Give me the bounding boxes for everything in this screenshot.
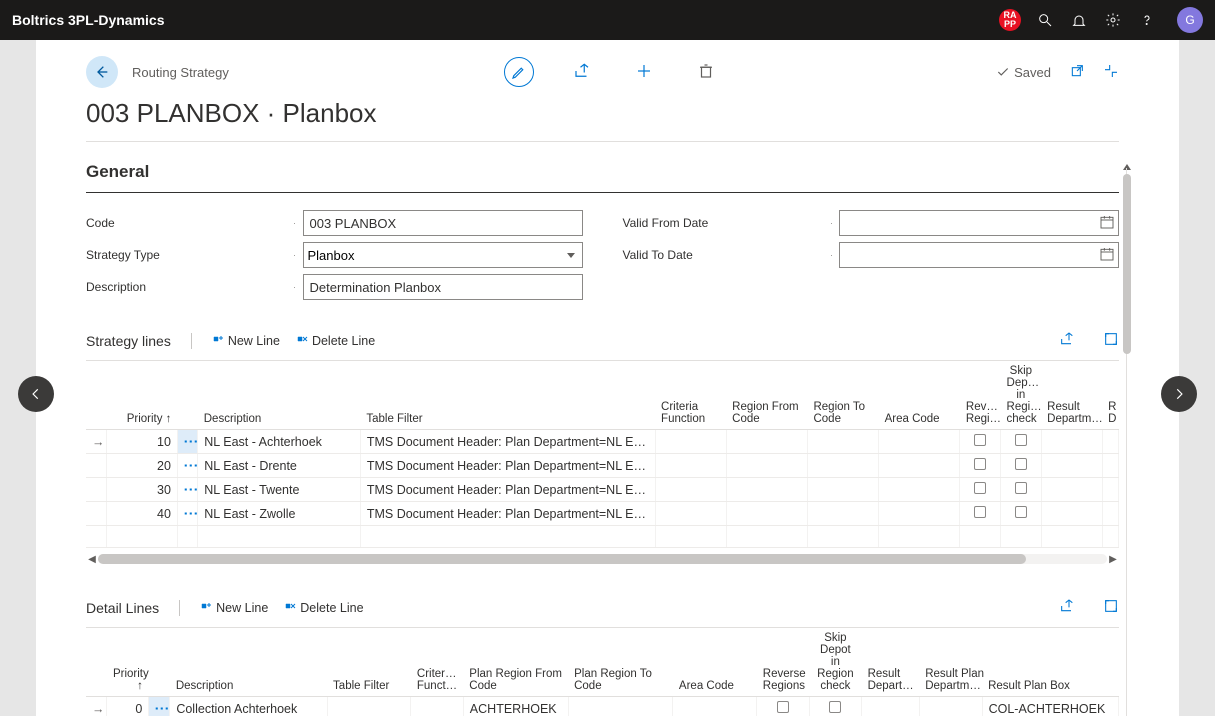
dcol-result-plan-box[interactable]: Result Plan Box [982,628,1118,697]
calendar-icon[interactable] [1099,246,1115,265]
checkbox[interactable] [777,701,789,713]
dcol-reverse[interactable]: Reverse Regions [757,628,809,697]
table-row[interactable]: 20⋮NL East - DrenteTMS Document Header: … [86,454,1119,478]
dcol-area-code[interactable]: Area Code [673,628,757,697]
dcol-plan-region-from[interactable]: Plan Region From Code [463,628,568,697]
checkbox[interactable] [974,434,986,446]
dcol-result-dep[interactable]: Result Depart… [862,628,920,697]
dcol-priority[interactable]: Priority ↑ [107,628,149,697]
row-more-icon[interactable]: ⋮ [182,507,197,521]
collapse-icon[interactable] [1103,63,1119,82]
table-row[interactable]: 40⋮NL East - ZwolleTMS Document Header: … [86,502,1119,526]
valid-from-field[interactable] [839,210,1119,236]
dcol-criter[interactable]: Criter… Funct… [411,628,463,697]
table-row[interactable]: →10⋮NL East - AchterhoekTMS Document Hea… [86,430,1119,454]
checkbox[interactable] [1015,458,1027,470]
col-rev-regi[interactable]: Rev… Regi… [960,361,1001,430]
page-title: 003 PLANBOX · Planbox [86,98,1119,129]
strategy-type-select[interactable]: Planbox [303,242,583,268]
top-bar: Boltrics 3PL-Dynamics RA PP G [0,0,1215,40]
dcol-description[interactable]: Description [170,628,327,697]
page-card: Routing Strategy Saved 003 PLANBOX · Pla… [36,40,1179,716]
label-strategy-type: Strategy Type [86,248,286,262]
popout-icon[interactable] [1069,63,1085,82]
new-icon[interactable] [630,57,658,85]
row-more-icon[interactable]: ⋮ [182,459,197,473]
avatar[interactable]: G [1177,7,1203,33]
back-button[interactable] [86,56,118,88]
share-lines-icon[interactable] [1059,331,1075,350]
col-area-code[interactable]: Area Code [879,361,960,430]
table-row[interactable] [86,526,1119,548]
dcol-skip-depot[interactable]: Skip Depot in Region check [809,628,861,697]
label-code: Code [86,216,286,230]
breadcrumb[interactable]: Routing Strategy [132,65,229,80]
label-description: Description [86,280,286,294]
app-brand: Boltrics 3PL-Dynamics [12,12,999,28]
checkbox[interactable] [974,458,986,470]
row-more-icon[interactable]: ⋮ [182,483,197,497]
col-description[interactable]: Description [198,361,361,430]
col-region-to[interactable]: Region To Code [807,361,878,430]
col-priority[interactable]: Priority ↑ [127,413,172,425]
label-valid-from: Valid From Date [623,216,823,230]
rapp-badge[interactable]: RA PP [999,9,1021,31]
table-row[interactable]: 30⋮NL East - TwenteTMS Document Header: … [86,478,1119,502]
delete-icon[interactable] [692,57,720,85]
vertical-scrollbar[interactable] [1123,168,1131,716]
dcol-result-plan-dep[interactable]: Result Plan Departm… [919,628,982,697]
detail-lines-title: Detail Lines [86,600,159,616]
col-table-filter[interactable]: Table Filter [360,361,655,430]
checkbox[interactable] [974,506,986,518]
col-r[interactable]: R D [1102,361,1118,430]
table-row[interactable]: →0⋮Collection AchterhoekACHTERHOEKCOL-AC… [86,697,1119,716]
share-icon[interactable] [568,57,596,85]
code-field[interactable] [303,210,583,236]
new-line-button[interactable]: New Line [212,334,280,348]
nav-next-button[interactable] [1161,376,1197,412]
bell-icon[interactable] [1069,10,1089,30]
dcol-plan-region-to[interactable]: Plan Region To Code [568,628,673,697]
col-criteria-function[interactable]: Criteria Function [655,361,726,430]
delete-line-button[interactable]: Delete Line [296,334,375,348]
row-more-icon[interactable]: ⋮ [154,702,170,716]
expand-lines-icon[interactable] [1103,331,1119,350]
checkbox[interactable] [829,701,841,713]
label-valid-to: Valid To Date [623,248,823,262]
row-more-icon[interactable]: ⋮ [182,435,197,449]
nav-previous-button[interactable] [18,376,54,412]
checkbox[interactable] [1015,482,1027,494]
dcol-table-filter[interactable]: Table Filter [327,628,411,697]
col-result-dep[interactable]: Result Departm… [1041,361,1102,430]
search-icon[interactable] [1035,10,1055,30]
detail-share-icon[interactable] [1059,598,1075,617]
checkbox[interactable] [974,482,986,494]
horizontal-scrollbar[interactable]: ◀▶ [86,552,1119,566]
description-field[interactable] [303,274,583,300]
strategy-lines-grid[interactable]: Priority ↑ Description Table Filter Crit… [86,361,1119,548]
col-region-from[interactable]: Region From Code [726,361,807,430]
detail-new-line-button[interactable]: New Line [200,601,268,615]
col-skip-dep[interactable]: Skip Dep… in Regi… check [1001,361,1042,430]
help-icon[interactable] [1137,10,1157,30]
detail-delete-line-button[interactable]: Delete Line [284,601,363,615]
saved-status: Saved [996,65,1051,80]
checkbox[interactable] [1015,434,1027,446]
detail-lines-grid[interactable]: Priority ↑ Description Table Filter Crit… [86,628,1119,716]
checkbox[interactable] [1015,506,1027,518]
detail-expand-icon[interactable] [1103,598,1119,617]
edit-button[interactable] [504,57,534,87]
section-general: General [86,162,1119,182]
calendar-icon[interactable] [1099,214,1115,233]
gear-icon[interactable] [1103,10,1123,30]
valid-to-field[interactable] [839,242,1119,268]
strategy-lines-title: Strategy lines [86,333,171,349]
